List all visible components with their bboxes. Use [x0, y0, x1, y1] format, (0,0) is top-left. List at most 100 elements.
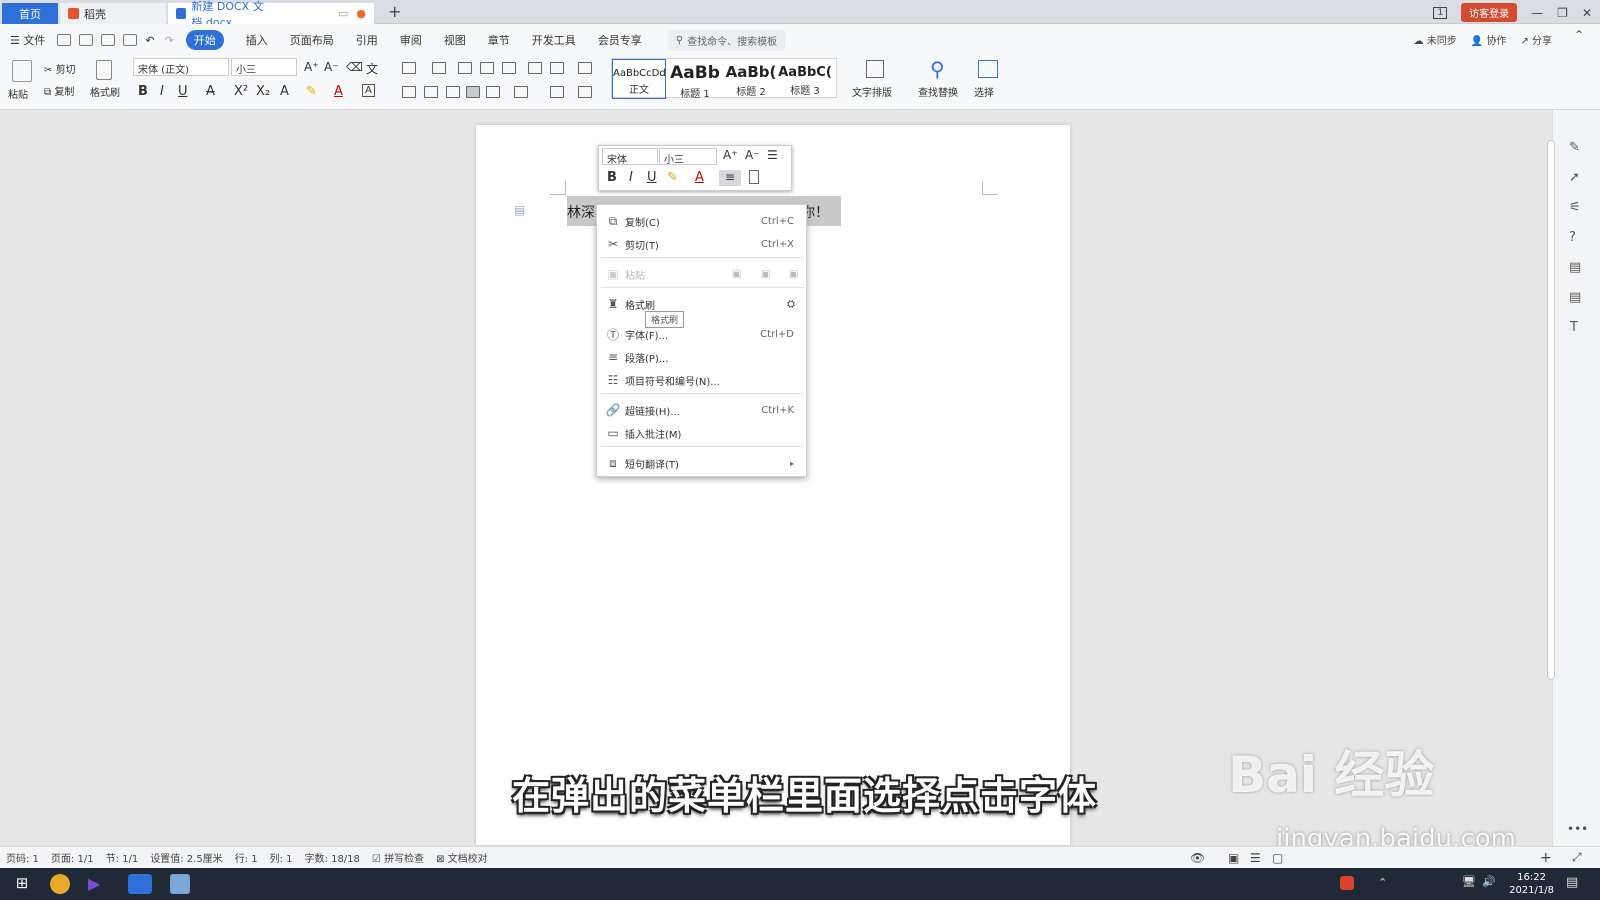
print-preview-icon[interactable]: [123, 34, 138, 46]
menu-font[interactable]: Ⓣ 字体(F)... Ctrl+D: [597, 323, 808, 345]
style-heading-3[interactable]: AaBbC(标题 3: [778, 59, 832, 99]
font-family-select[interactable]: 宋体 (正文): [133, 58, 229, 76]
undo-icon[interactable]: ↶: [145, 34, 154, 47]
style-heading-1[interactable]: AaBb 标题 1: [668, 59, 722, 100]
menu-developer[interactable]: 开发工具: [532, 32, 576, 48]
mini-size-select[interactable]: 小三: [659, 148, 717, 166]
doc-proof-button[interactable]: ⊠ 文档校对: [436, 850, 488, 865]
more-icon[interactable]: •••: [1567, 822, 1588, 836]
text-layout-icon[interactable]: [866, 60, 884, 78]
close-icon[interactable]: ✕: [1582, 6, 1592, 20]
menu-chapter[interactable]: 章节: [488, 32, 510, 48]
menu-view[interactable]: 视图: [444, 32, 466, 48]
window-count-badge[interactable]: 1: [1433, 6, 1448, 19]
menu-review[interactable]: 审阅: [400, 32, 422, 48]
menu-hyperlink[interactable]: 🔗 超链接(H)... Ctrl+K: [597, 399, 808, 421]
status-words[interactable]: 字数: 18/18: [305, 850, 360, 865]
save-icon[interactable]: [57, 34, 72, 46]
mini-shrink-font-icon[interactable]: A⁻: [745, 148, 760, 162]
italic-icon[interactable]: I: [160, 84, 164, 99]
phonetic-icon[interactable]: 文: [366, 60, 378, 77]
vertical-scrollbar[interactable]: [1547, 140, 1555, 680]
menu-page-layout[interactable]: 页面布局: [290, 32, 334, 48]
superscript-icon[interactable]: X²: [234, 84, 248, 99]
mini-font-select[interactable]: 宋体: [602, 148, 658, 166]
grow-font-icon[interactable]: A⁺: [304, 60, 319, 74]
menu-file[interactable]: ☰ 文件: [10, 32, 45, 48]
menu-format-painter[interactable]: ♜ 格式刷 ⛭: [597, 293, 808, 315]
menu-translate[interactable]: ⧈ 短句翻译(T) ▸: [597, 452, 808, 474]
restore-icon[interactable]: ❐: [1557, 6, 1568, 20]
mini-align-icon[interactable]: ≡: [719, 170, 741, 186]
tab-home[interactable]: 首页: [2, 3, 58, 24]
bullets-icon[interactable]: [402, 62, 416, 74]
spell-check-toggle[interactable]: ☑ 拼写检查: [372, 850, 424, 865]
menu-copy[interactable]: ⧉ 复制(C) Ctrl+C: [597, 210, 808, 232]
doc-review-icon[interactable]: ▤: [1569, 260, 1581, 275]
export-icon[interactable]: [79, 34, 94, 46]
login-button[interactable]: 访客登录: [1461, 3, 1518, 22]
mini-highlight-icon[interactable]: ✎: [667, 170, 678, 185]
help-icon[interactable]: ?: [1569, 230, 1576, 245]
align-left-icon[interactable]: [402, 86, 416, 98]
fullscreen-icon[interactable]: ⤢: [1572, 850, 1582, 865]
tab-pin-icon[interactable]: ▭: [338, 7, 348, 20]
text-layout-label[interactable]: 文字排版: [852, 84, 892, 99]
format-painter-icon[interactable]: [96, 60, 112, 80]
collab-button[interactable]: 👤 协作: [1471, 32, 1507, 47]
menu-start[interactable]: 开始: [185, 30, 224, 50]
settings-sliders-icon[interactable]: ⚟: [1569, 200, 1581, 215]
show-marks-icon[interactable]: [550, 62, 564, 74]
format-painter-side-icon[interactable]: ⛭: [787, 299, 795, 310]
menu-references[interactable]: 引用: [356, 32, 378, 48]
menu-insert-comment[interactable]: ▭ 插入批注(M): [597, 422, 808, 444]
paragraph-handle-icon[interactable]: ▤: [514, 203, 525, 217]
menu-paragraph[interactable]: ≡ 段落(P)...: [597, 346, 808, 368]
network-icon[interactable]: 🖥: [1462, 875, 1476, 888]
taskbar-clock[interactable]: 16:22 2021/1/8: [1509, 871, 1554, 897]
print-icon[interactable]: [101, 34, 116, 46]
tray-expand-icon[interactable]: ⌃: [1378, 876, 1387, 889]
select-icon[interactable]: [978, 60, 998, 78]
mini-format-painter-icon[interactable]: [749, 170, 759, 184]
menu-insert[interactable]: 插入: [246, 32, 268, 48]
minimize-icon[interactable]: —: [1531, 6, 1543, 20]
font-size-select[interactable]: 小三: [231, 58, 297, 76]
redo-icon[interactable]: ↷: [165, 34, 174, 47]
style-normal[interactable]: AaBbCcDd 正文: [612, 59, 666, 99]
mini-font-color-icon[interactable]: A: [695, 170, 704, 185]
justify-icon[interactable]: [466, 86, 480, 98]
subscript-icon[interactable]: X₂: [256, 84, 270, 99]
table-tools-icon[interactable]: [578, 62, 592, 74]
clear-format-icon[interactable]: ⌫: [346, 60, 363, 74]
chinese-layout-icon[interactable]: [502, 62, 516, 74]
copy-button[interactable]: ⧉ 复制: [44, 83, 74, 98]
zoom-in-icon[interactable]: +: [1540, 850, 1552, 866]
paste-icon[interactable]: [12, 60, 32, 82]
menu-cut[interactable]: ✂ 剪切(T) Ctrl+X: [597, 233, 808, 255]
eye-protection-icon[interactable]: 👁: [1190, 851, 1205, 865]
start-icon[interactable]: ⊞: [12, 874, 32, 894]
pen-icon[interactable]: ✎: [1569, 140, 1580, 155]
font-color-icon[interactable]: A: [334, 84, 343, 99]
wps-taskbar-icon[interactable]: [128, 874, 152, 894]
page-view-icon[interactable]: ▣: [1228, 851, 1239, 865]
command-search[interactable]: ⚲ 查找命令、搜索模板: [667, 29, 786, 51]
share-button[interactable]: ↗ 分享: [1520, 32, 1552, 47]
notes-taskbar-icon[interactable]: [170, 874, 190, 894]
volume-icon[interactable]: 🔊: [1482, 875, 1496, 888]
mini-line-spacing-icon[interactable]: ☰: [767, 148, 778, 162]
chrome-icon[interactable]: [50, 874, 70, 894]
paste-label[interactable]: 粘贴: [8, 86, 28, 101]
line-spacing-icon[interactable]: [514, 86, 528, 98]
sync-button[interactable]: ☁ 未同步: [1414, 32, 1457, 47]
find-replace-label[interactable]: 查找替换: [918, 84, 958, 99]
collapse-ribbon-icon[interactable]: ⌃: [1574, 28, 1584, 42]
new-tab-button[interactable]: +: [388, 2, 401, 21]
underline-icon[interactable]: U: [178, 84, 188, 99]
align-center-icon[interactable]: [424, 86, 438, 98]
pointer-icon[interactable]: ➚: [1569, 170, 1580, 185]
shading-icon[interactable]: [550, 86, 564, 98]
tab-daoke[interactable]: 稻壳: [60, 3, 166, 24]
decrease-indent-icon[interactable]: [458, 62, 472, 74]
